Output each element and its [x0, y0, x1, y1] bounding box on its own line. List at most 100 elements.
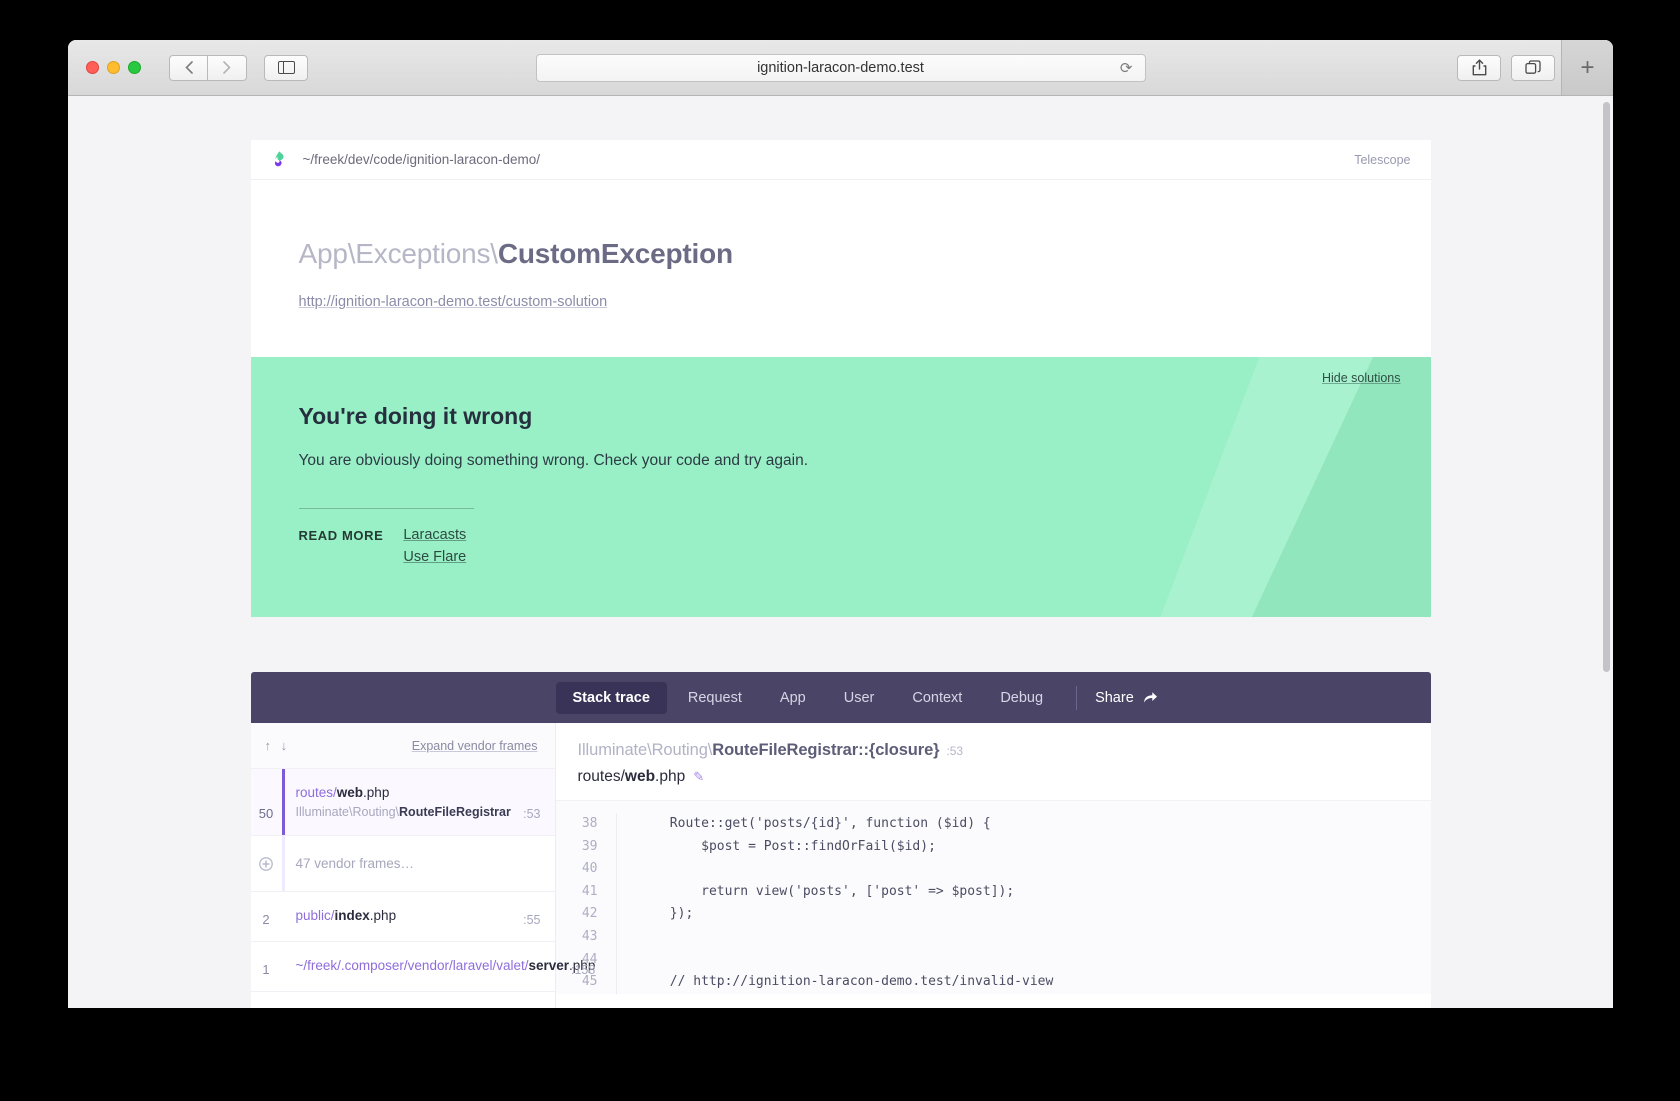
- code-line-number: 43: [581, 928, 598, 944]
- frame-file-name: web: [336, 785, 364, 800]
- code-line: 45 // http://ignition-laracon-demo.test/…: [556, 971, 1431, 994]
- tab-context[interactable]: Context: [895, 682, 979, 714]
- show-tabs-icon: [1525, 60, 1541, 74]
- tab-user[interactable]: User: [827, 682, 892, 714]
- share-button[interactable]: [1457, 54, 1501, 81]
- table-row[interactable]: 2 public/index.php :55: [250, 892, 555, 943]
- code-line: 42 });: [556, 903, 1431, 926]
- tab-request[interactable]: Request: [671, 682, 759, 714]
- sort-arrows-icon[interactable]: ↑ ↓: [265, 738, 291, 753]
- code-signature-line: :53: [946, 744, 963, 758]
- solution-title: You're doing it wrong: [298, 403, 533, 429]
- sidebar-toggle-icon: [277, 60, 295, 75]
- code-signature-prefix: Illuminate\Routing\: [577, 741, 713, 759]
- frame-number: 1: [262, 962, 270, 978]
- code-line-number: 40: [581, 861, 598, 877]
- code-line: 43: [556, 925, 1431, 949]
- frame-file: public/index.php: [296, 908, 397, 923]
- new-tab-button[interactable]: +: [1561, 40, 1613, 95]
- code-line-number: 42: [581, 906, 598, 922]
- maximize-window-button[interactable]: [128, 61, 141, 74]
- code-line-text: Route::get('posts/{id}', function ($id) …: [638, 816, 991, 831]
- solution-divider: [298, 508, 474, 509]
- frame-number: 2: [262, 912, 270, 928]
- address-bar-text: ignition-laracon-demo.test: [757, 59, 924, 76]
- code-line: 40: [556, 858, 1431, 881]
- frame-file-ext: .php: [363, 785, 390, 800]
- scrollbar-thumb[interactable]: [1603, 102, 1610, 672]
- exception-namespace: App\Exceptions\: [298, 238, 499, 269]
- navigation-buttons: [169, 54, 247, 81]
- code-header: Illuminate\Routing\RouteFileRegistrar::{…: [556, 723, 1431, 800]
- tab-stack-trace[interactable]: Stack trace: [555, 681, 667, 714]
- tab-app[interactable]: App: [763, 682, 823, 714]
- hide-solutions-link[interactable]: Hide solutions: [1322, 371, 1401, 385]
- pencil-icon[interactable]: ✎: [693, 769, 704, 784]
- frame-file-name: server: [528, 958, 570, 974]
- window-controls: [86, 61, 141, 74]
- share-button-trace[interactable]: Share: [1095, 690, 1158, 706]
- frame-number: 50: [258, 806, 274, 822]
- ignition-topbar: ~/freek/dev/code/ignition-laracon-demo/ …: [250, 140, 1431, 180]
- solution-decoration: [1160, 357, 1431, 617]
- code-line: 38 Route::get('posts/{id}', function ($i…: [556, 813, 1431, 836]
- frame-file: ~/freek/.composer/vendor/laravel/valet/s…: [296, 958, 596, 973]
- reload-icon[interactable]: ⟳: [1120, 59, 1133, 77]
- share-arrow-icon: [1143, 692, 1157, 703]
- code-line-number: 41: [581, 883, 598, 899]
- show-tabs-button[interactable]: [1511, 54, 1555, 81]
- table-row[interactable]: 1 ~/freek/.composer/vendor/laravel/valet…: [250, 942, 595, 993]
- back-button[interactable]: [169, 54, 208, 81]
- solution-link-use-flare[interactable]: Use Flare: [403, 549, 466, 565]
- frame-body: public/index.php :55: [282, 906, 541, 927]
- frame-line-number: :158: [570, 963, 596, 978]
- vendor-frames-row[interactable]: 47 vendor frames…: [250, 836, 555, 893]
- telescope-link[interactable]: Telescope: [1354, 153, 1410, 167]
- sidebar-toggle-button[interactable]: [264, 54, 308, 81]
- frame-file-dir: ~/freek/.composer/vendor/laravel/valet/: [295, 958, 529, 974]
- tab-debug[interactable]: Debug: [983, 682, 1060, 714]
- exception-title-block: App\Exceptions\CustomException http://ig…: [251, 180, 1431, 357]
- code-filename: routes/web.php ✎: [578, 768, 1409, 786]
- safari-window: ignition-laracon-demo.test ⟳ + ~/freek/d…: [68, 40, 1613, 1008]
- code-file-ext: .php: [655, 768, 686, 785]
- code-signature-name: RouteFileRegistrar::{closure}: [712, 741, 940, 759]
- frame-body: routes/web.php Illuminate\Routing\RouteF…: [282, 783, 541, 821]
- page-viewport: ~/freek/dev/code/ignition-laracon-demo/ …: [68, 96, 1613, 1008]
- code-line-text: // http://ignition-laracon-demo.test/inv…: [638, 974, 1054, 990]
- trace-tabbar: Stack trace Request App User Context Deb…: [250, 672, 1431, 723]
- solution-description: You are obviously doing something wrong.…: [298, 452, 809, 469]
- stack-trace-panel: Stack trace Request App User Context Deb…: [250, 672, 1431, 1008]
- code-block: 38 Route::get('posts/{id}', function ($i…: [555, 800, 1431, 994]
- solution-links-column: Laracasts Use Flare: [403, 527, 466, 565]
- code-line-text: return view('posts', ['post' => $post]);: [638, 883, 1015, 899]
- close-window-button[interactable]: [86, 61, 99, 74]
- minimize-window-button[interactable]: [107, 61, 120, 74]
- exception-card: ~/freek/dev/code/ignition-laracon-demo/ …: [250, 140, 1431, 357]
- plus-circle-icon[interactable]: [251, 856, 282, 871]
- code-line-number: 38: [581, 816, 598, 831]
- tab-separator: [1076, 685, 1078, 710]
- expand-vendor-frames-link[interactable]: Expand vendor frames: [412, 739, 538, 753]
- forward-button[interactable]: [208, 54, 247, 81]
- ignition-page: ~/freek/dev/code/ignition-laracon-demo/ …: [68, 96, 1613, 1008]
- frame-class: Illuminate\Routing\RouteFileRegistrar: [296, 805, 511, 819]
- table-row[interactable]: 50 routes/web.php Illuminate\Routing\Rou…: [250, 769, 555, 837]
- address-bar[interactable]: ignition-laracon-demo.test ⟳: [535, 53, 1146, 82]
- request-url-link[interactable]: http://ignition-laracon-demo.test/custom…: [299, 294, 608, 310]
- code-file-name: web: [624, 768, 656, 785]
- code-line: 44: [556, 948, 1431, 972]
- page-scrollbar[interactable]: [1601, 96, 1613, 1008]
- solution-link-laracasts[interactable]: Laracasts: [403, 527, 466, 543]
- share-icon: [1472, 59, 1486, 76]
- frame-class-name: RouteFileRegistrar: [399, 804, 511, 819]
- frame-file: routes/web.php: [296, 785, 390, 800]
- frame-line-number: :53: [523, 807, 541, 822]
- code-line-text: $post = Post::findOrFail($id);: [638, 838, 936, 854]
- code-file-dir: routes/: [577, 768, 625, 785]
- exception-class-name: CustomException: [497, 238, 733, 269]
- read-more-label: READ MORE: [298, 528, 384, 543]
